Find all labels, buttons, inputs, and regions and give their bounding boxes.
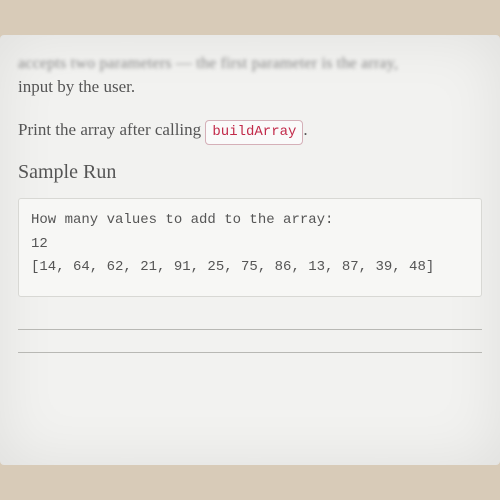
section-divider <box>18 352 482 353</box>
instruction-text-after: . <box>303 120 307 139</box>
output-array-line: [14, 64, 62, 21, 91, 25, 75, 86, 13, 87,… <box>31 256 469 280</box>
output-prompt-line: How many values to add to the array: <box>31 209 469 233</box>
paragraph-continuation: input by the user. <box>18 75 482 99</box>
document-viewport: accepts two parameters — the first param… <box>0 35 500 465</box>
code-identifier-chip: buildArray <box>205 120 303 145</box>
output-input-line: 12 <box>31 233 469 257</box>
sample-run-heading: Sample Run <box>18 161 482 184</box>
section-divider <box>18 329 482 330</box>
instruction-text-before: Print the array after calling <box>18 120 205 139</box>
instruction-paragraph: Print the array after calling buildArray… <box>18 117 482 145</box>
document-content: accepts two parameters — the first param… <box>18 55 482 353</box>
sample-output-box: How many values to add to the array: 12 … <box>18 198 482 297</box>
cutoff-text-line: accepts two parameters — the first param… <box>18 55 482 73</box>
